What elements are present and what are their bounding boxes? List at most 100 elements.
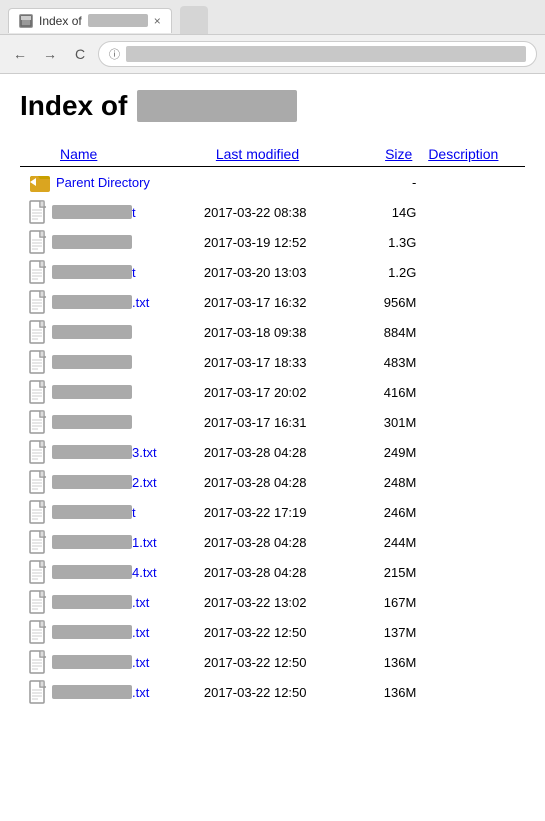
col-header-name[interactable]: Name bbox=[20, 142, 196, 167]
file-icon bbox=[28, 470, 48, 494]
table-row: 2017-03-17 20:02 416M bbox=[20, 377, 525, 407]
browser-chrome: Index of × ← → C ⓘ bbox=[0, 0, 545, 74]
file-size-cell: 167M bbox=[366, 587, 420, 617]
file-size-cell: 215M bbox=[366, 557, 420, 587]
file-desc-cell bbox=[420, 257, 525, 287]
file-name-cell: 2.txt bbox=[20, 467, 196, 497]
file-size-cell: 956M bbox=[366, 287, 420, 317]
file-desc-cell bbox=[420, 407, 525, 437]
file-name-cell: .txt bbox=[20, 647, 196, 677]
table-row: 4.txt 2017-03-28 04:28 215M bbox=[20, 557, 525, 587]
file-name-cell: t bbox=[20, 497, 196, 527]
table-row: 2017-03-17 18:33 483M bbox=[20, 347, 525, 377]
col-header-size[interactable]: Size bbox=[366, 142, 420, 167]
table-row: .txt 2017-03-22 12:50 136M bbox=[20, 677, 525, 707]
file-link[interactable]: .txt bbox=[132, 625, 149, 640]
sort-by-name[interactable]: Name bbox=[60, 146, 97, 162]
file-icon bbox=[28, 230, 48, 254]
file-icon bbox=[28, 410, 48, 434]
tab-title: Index of bbox=[39, 14, 82, 28]
lock-icon: ⓘ bbox=[109, 46, 120, 62]
file-date-cell: 2017-03-20 13:03 bbox=[196, 257, 366, 287]
file-desc-cell bbox=[420, 197, 525, 227]
file-size-cell: 14G bbox=[366, 197, 420, 227]
file-desc-cell bbox=[420, 227, 525, 257]
file-name-cell bbox=[20, 377, 196, 407]
page-title: Index of bbox=[20, 90, 525, 122]
file-link[interactable]: t bbox=[132, 505, 136, 520]
parent-dir-icon bbox=[28, 170, 52, 194]
file-name-cell: t bbox=[20, 197, 196, 227]
file-name-cell: .txt bbox=[20, 677, 196, 707]
forward-button[interactable]: → bbox=[38, 42, 62, 66]
col-header-description[interactable]: Description bbox=[420, 142, 525, 167]
file-link[interactable]: .txt bbox=[132, 685, 149, 700]
table-row: 1.txt 2017-03-28 04:28 244M bbox=[20, 527, 525, 557]
sort-by-size[interactable]: Size bbox=[385, 146, 412, 162]
file-size-cell: 136M bbox=[366, 677, 420, 707]
file-link[interactable]: .txt bbox=[132, 295, 149, 310]
address-text[interactable] bbox=[126, 46, 526, 62]
page-content: Index of Name Last modified Size Descrip… bbox=[0, 74, 545, 723]
file-link[interactable]: 3.txt bbox=[132, 445, 157, 460]
file-size-cell: 301M bbox=[366, 407, 420, 437]
table-row: t 2017-03-20 13:03 1.2G bbox=[20, 257, 525, 287]
file-date-cell: 2017-03-28 04:28 bbox=[196, 437, 366, 467]
parent-dir-link[interactable]: Parent Directory bbox=[56, 175, 150, 190]
table-row: .txt 2017-03-22 12:50 137M bbox=[20, 617, 525, 647]
parent-date-cell bbox=[196, 167, 366, 198]
file-name-cell bbox=[20, 227, 196, 257]
table-row: t 2017-03-22 17:19 246M bbox=[20, 497, 525, 527]
table-row: 2017-03-17 16:31 301M bbox=[20, 407, 525, 437]
file-date-cell: 2017-03-22 13:02 bbox=[196, 587, 366, 617]
file-size-cell: 136M bbox=[366, 647, 420, 677]
file-icon bbox=[28, 320, 48, 344]
file-name-cell: t bbox=[20, 257, 196, 287]
table-row: 2.txt 2017-03-28 04:28 248M bbox=[20, 467, 525, 497]
file-desc-cell bbox=[420, 587, 525, 617]
sort-by-description[interactable]: Description bbox=[428, 146, 498, 162]
table-row: .txt 2017-03-17 16:32 956M bbox=[20, 287, 525, 317]
file-name-cell: .txt bbox=[20, 587, 196, 617]
table-header-row: Name Last modified Size Description bbox=[20, 142, 525, 167]
file-size-cell: 884M bbox=[366, 317, 420, 347]
file-icon bbox=[28, 350, 48, 374]
tab-bar: Index of × bbox=[0, 0, 545, 34]
active-tab[interactable]: Index of × bbox=[8, 8, 172, 33]
file-name-cell: 3.txt bbox=[20, 437, 196, 467]
file-size-cell: 249M bbox=[366, 437, 420, 467]
file-icon bbox=[28, 260, 48, 284]
file-size-cell: 1.2G bbox=[366, 257, 420, 287]
file-link[interactable]: 1.txt bbox=[132, 535, 157, 550]
file-link[interactable]: t bbox=[132, 205, 136, 220]
refresh-button[interactable]: C bbox=[68, 42, 92, 66]
file-desc-cell bbox=[420, 347, 525, 377]
file-desc-cell bbox=[420, 497, 525, 527]
file-link[interactable]: t bbox=[132, 265, 136, 280]
file-link[interactable]: .txt bbox=[132, 655, 149, 670]
file-link[interactable]: .txt bbox=[132, 595, 149, 610]
file-size-cell: 248M bbox=[366, 467, 420, 497]
back-button[interactable]: ← bbox=[8, 42, 32, 66]
parent-desc-cell bbox=[420, 167, 525, 198]
file-icon bbox=[28, 380, 48, 404]
file-desc-cell bbox=[420, 317, 525, 347]
file-size-cell: 1.3G bbox=[366, 227, 420, 257]
file-size-cell: 246M bbox=[366, 497, 420, 527]
page-title-text: Index of bbox=[20, 90, 127, 122]
address-bar[interactable]: ⓘ bbox=[98, 41, 537, 67]
file-date-cell: 2017-03-28 04:28 bbox=[196, 467, 366, 497]
col-header-last-modified[interactable]: Last modified bbox=[196, 142, 366, 167]
file-link[interactable]: 2.txt bbox=[132, 475, 157, 490]
table-row: Parent Directory - bbox=[20, 167, 525, 198]
file-icon bbox=[28, 200, 48, 224]
file-table: Name Last modified Size Description Pa bbox=[20, 142, 525, 707]
table-row: .txt 2017-03-22 13:02 167M bbox=[20, 587, 525, 617]
file-date-cell: 2017-03-17 16:31 bbox=[196, 407, 366, 437]
file-date-cell: 2017-03-22 08:38 bbox=[196, 197, 366, 227]
tab-close-button[interactable]: × bbox=[154, 14, 161, 28]
file-desc-cell bbox=[420, 647, 525, 677]
sort-by-date[interactable]: Last modified bbox=[216, 146, 299, 162]
table-row: .txt 2017-03-22 12:50 136M bbox=[20, 647, 525, 677]
file-link[interactable]: 4.txt bbox=[132, 565, 157, 580]
